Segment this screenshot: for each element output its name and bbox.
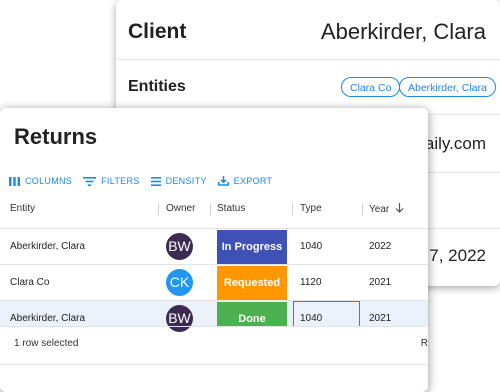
type-cell: 1040 bbox=[300, 241, 323, 252]
client-name: Aberkirder, Clara bbox=[320, 19, 486, 44]
status-badge: Done bbox=[217, 302, 287, 327]
column-separator[interactable] bbox=[210, 203, 211, 215]
returns-title: Returns bbox=[14, 124, 98, 149]
column-header-year[interactable]: Year bbox=[369, 203, 404, 215]
footer-divider bbox=[0, 326, 428, 327]
client-email: aily.com bbox=[424, 134, 486, 153]
column-header-status[interactable]: Status bbox=[217, 203, 245, 214]
columns-label: COLUMNS bbox=[25, 176, 73, 186]
column-header-owner[interactable]: Owner bbox=[166, 203, 195, 214]
density-icon bbox=[150, 176, 161, 186]
density-button[interactable]: DENSITY bbox=[150, 176, 207, 186]
scrollbar-track[interactable] bbox=[0, 364, 428, 365]
density-label: DENSITY bbox=[165, 176, 207, 186]
sort-descending-icon[interactable] bbox=[395, 203, 404, 213]
year-cell: 2021 bbox=[369, 313, 392, 324]
filters-button[interactable]: FILTERS bbox=[83, 176, 139, 186]
columns-icon bbox=[9, 176, 20, 186]
export-label: EXPORT bbox=[233, 176, 273, 186]
entity-cell: Clara Co bbox=[10, 277, 50, 288]
filters-label: FILTERS bbox=[101, 176, 140, 186]
status-badge: Requested bbox=[217, 266, 287, 300]
type-cell: 1040 bbox=[300, 313, 323, 324]
filter-icon bbox=[83, 176, 97, 186]
year-cell: 2022 bbox=[369, 241, 392, 252]
entities-label: Entities bbox=[128, 78, 186, 95]
client-date: 7, 2022 bbox=[429, 246, 486, 265]
grid-toolbar: COLUMNS FILTERS DENSITY EXPORT bbox=[9, 173, 283, 189]
entity-cell: Aberkirder, Clara bbox=[10, 241, 86, 252]
export-button[interactable]: EXPORT bbox=[217, 176, 273, 186]
returns-card: Returns COLUMNS FILTERS DENSITY EXPORT E… bbox=[0, 108, 428, 392]
column-separator[interactable] bbox=[292, 203, 293, 215]
avatar: CK bbox=[166, 269, 193, 296]
table-row-selected[interactable]: Aberkirder, Clara BW Done 1040 2021 bbox=[0, 300, 428, 332]
divider bbox=[116, 59, 500, 60]
column-separator[interactable] bbox=[158, 203, 159, 215]
column-separator[interactable] bbox=[362, 203, 363, 215]
columns-button[interactable]: COLUMNS bbox=[9, 176, 72, 186]
table-row[interactable]: Aberkirder, Clara BW In Progress 1040 20… bbox=[0, 228, 428, 265]
avatar: BW bbox=[166, 305, 193, 332]
column-header-entity[interactable]: Entity bbox=[10, 203, 35, 214]
pagination: R bbox=[420, 338, 428, 349]
export-icon bbox=[217, 176, 229, 186]
year-cell: 2021 bbox=[369, 277, 392, 288]
client-title: Client bbox=[128, 20, 187, 43]
column-header-year-label: Year bbox=[369, 204, 390, 215]
status-badge: In Progress bbox=[217, 230, 287, 264]
entity-chip-clara-co[interactable]: Clara Co bbox=[341, 77, 401, 97]
table-row[interactable]: Clara Co CK Requested 1120 2021 bbox=[0, 264, 428, 301]
type-cell: 1120 bbox=[300, 277, 322, 288]
column-header-type[interactable]: Type bbox=[300, 203, 322, 214]
selection-count: 1 row selected bbox=[14, 338, 79, 349]
avatar: BW bbox=[166, 233, 193, 260]
entity-cell: Aberkirder, Clara bbox=[10, 313, 86, 324]
entity-chip-aberkirder-clara[interactable]: Aberkirder, Clara bbox=[399, 77, 496, 97]
